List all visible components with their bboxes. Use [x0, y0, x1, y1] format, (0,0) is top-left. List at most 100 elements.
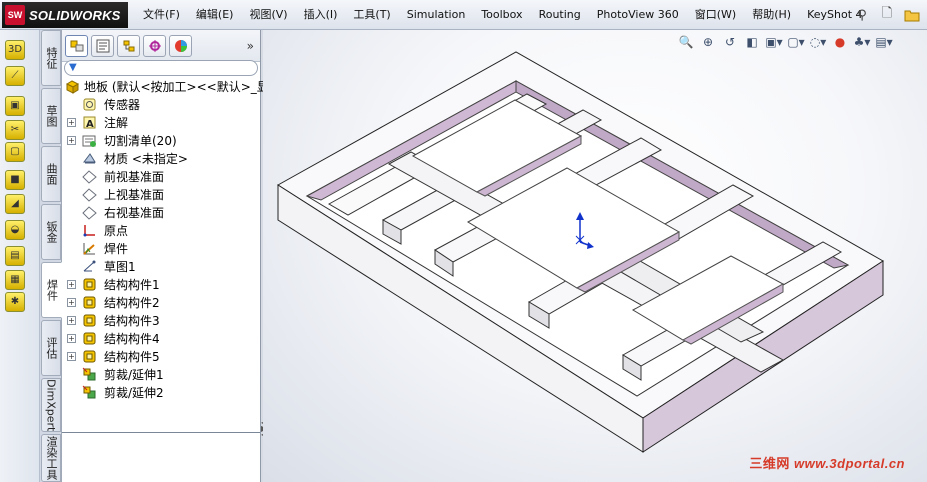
- vertical-tab-1[interactable]: 草图: [41, 88, 61, 144]
- menu-right-tools: ⚲ 🗋: [851, 4, 923, 26]
- vertical-tab-4[interactable]: 焊件: [41, 262, 62, 318]
- menu-item-7[interactable]: Routing: [531, 0, 589, 30]
- expand-toggle-icon[interactable]: +: [67, 352, 76, 361]
- menu-item-0[interactable]: 文件(F): [135, 0, 188, 30]
- tree-item-label: 结构构件3: [104, 314, 160, 328]
- tree-item-label: 传感器: [104, 98, 141, 112]
- menu-item-5[interactable]: Simulation: [399, 0, 474, 30]
- vertical-tab-3[interactable]: 钣金: [41, 204, 61, 260]
- vertical-tab-label: 草图: [45, 105, 58, 127]
- watermark-url: www.3dportal.cn: [793, 456, 905, 471]
- material-icon: [82, 151, 97, 166]
- tree-item-label: 剪裁/延伸1: [104, 368, 164, 382]
- structural-member-icon: [82, 295, 97, 310]
- cut-list-folder-icon: [82, 133, 97, 148]
- vertical-tab-2[interactable]: 曲面: [41, 146, 61, 202]
- tree-item-label: 结构构件5: [104, 350, 160, 364]
- tree-item-label: 剪裁/延伸2: [104, 386, 164, 400]
- vertical-tab-label: DimXpert: [44, 378, 58, 432]
- display-manager-tab[interactable]: [169, 34, 192, 57]
- structural-member-icon: [82, 331, 97, 346]
- tree-item-label: 原点: [104, 224, 129, 238]
- expand-toggle-icon[interactable]: +: [67, 136, 76, 145]
- structural-member-icon: [82, 313, 97, 328]
- panel-expand-button[interactable]: »: [247, 39, 254, 53]
- sensor-icon: [82, 97, 97, 112]
- trim-extend-icon[interactable]: ✂: [5, 120, 25, 140]
- main-menu: 文件(F) 编辑(E) 视图(V) 插入(I) 工具(T) Simulation Toolb…: [135, 0, 871, 30]
- structural-member-icon: [82, 349, 97, 364]
- expand-toggle-icon[interactable]: +: [67, 316, 76, 325]
- tree-filter-field[interactable]: ▼: [64, 60, 258, 76]
- reference-geometry-icon[interactable]: ✱: [5, 292, 25, 312]
- menu-item-10[interactable]: 帮助(H): [744, 0, 799, 30]
- tree-item[interactable]: + 结构构件2: [62, 294, 260, 312]
- menu-item-1[interactable]: 编辑(E): [188, 0, 242, 30]
- expand-toggle-icon[interactable]: +: [67, 280, 76, 289]
- tree-item[interactable]: 传感器: [62, 96, 260, 114]
- tree-item[interactable]: 上视基准面: [62, 186, 260, 204]
- featuremanager-tab[interactable]: [65, 34, 88, 57]
- pin-icon[interactable]: ⚲: [851, 4, 873, 26]
- tree-item[interactable]: + 结构构件3: [62, 312, 260, 330]
- vertical-tab-label: 曲面: [45, 163, 58, 185]
- fillet-bead-icon[interactable]: ◒: [5, 220, 25, 240]
- sketch-icon[interactable]: ⟋: [5, 66, 25, 86]
- menu-item-2[interactable]: 视图(V): [241, 0, 295, 30]
- weldments-toolbar: 3D ⟋ ▣ ✂ ▢ ■ ◢ ◒ ▤ ▦ ✱: [0, 30, 40, 482]
- tree-item[interactable]: 前视基准面: [62, 168, 260, 186]
- vertical-tab-7[interactable]: 渲染工具: [41, 434, 61, 482]
- sketch-icon: [82, 259, 97, 274]
- menu-item-8[interactable]: PhotoView 360: [589, 0, 687, 30]
- tree-item[interactable]: + 结构构件1: [62, 276, 260, 294]
- gusset-icon[interactable]: ◢: [5, 194, 25, 214]
- menu-item-6[interactable]: Toolbox: [473, 0, 530, 30]
- 3d-sketch-icon[interactable]: 3D: [5, 40, 25, 60]
- expand-toggle-icon[interactable]: +: [67, 118, 76, 127]
- tree-item[interactable]: 剪裁/延伸2: [62, 384, 260, 402]
- menu-item-3[interactable]: 插入(I): [296, 0, 346, 30]
- open-folder-icon[interactable]: [901, 4, 923, 26]
- tree-item[interactable]: 原点: [62, 222, 260, 240]
- dimxpert-tab[interactable]: [143, 34, 166, 57]
- tree-item[interactable]: + 结构构件4: [62, 330, 260, 348]
- tree-item-label: 注解: [104, 116, 129, 130]
- vertical-tab-0[interactable]: 特征: [41, 30, 61, 86]
- weldment-cut-icon[interactable]: ▤: [5, 246, 25, 266]
- tree-item[interactable]: 草图1: [62, 258, 260, 276]
- expand-toggle-icon[interactable]: +: [67, 334, 76, 343]
- structural-member-icon[interactable]: ▣: [5, 96, 25, 116]
- structural-member-icon: [82, 277, 97, 292]
- panel-tab-strip: »: [62, 30, 260, 62]
- tree-item[interactable]: 右视基准面: [62, 204, 260, 222]
- tree-item[interactable]: + 结构构件5: [62, 348, 260, 366]
- floor-frame-model[interactable]: [263, 30, 927, 482]
- tree-item[interactable]: + A 注解: [62, 114, 260, 132]
- extruded-boss-icon[interactable]: ■: [5, 170, 25, 190]
- configurationmanager-tab[interactable]: [117, 34, 140, 57]
- cut-list-icon[interactable]: ▦: [5, 270, 25, 290]
- expand-toggle-icon[interactable]: +: [67, 298, 76, 307]
- new-document-icon[interactable]: 🗋: [876, 4, 898, 26]
- solidworks-logo[interactable]: SW SOLIDWORKS: [2, 2, 128, 28]
- vertical-tab-5[interactable]: 评估: [41, 320, 61, 376]
- plane-icon: [82, 187, 97, 202]
- vertical-tab-6[interactable]: DimXpert: [41, 378, 61, 432]
- plane-icon: [82, 205, 97, 220]
- command-manager-tabs: 特征草图曲面钣金 焊件 评估 DimXpert 渲染工具: [40, 30, 62, 482]
- tree-rollback-bar[interactable]: [62, 432, 260, 433]
- feature-manager-panel: » ▼ 地板 (默认<按加工><<默认>_显传感器 + A 注解 + 切割清单(20) 材质…: [62, 30, 269, 482]
- tree-item[interactable]: 材质 <未指定>: [62, 150, 260, 168]
- watermark: 三维网 www.3dportal.cn: [749, 453, 905, 472]
- propertymanager-tab[interactable]: [91, 34, 114, 57]
- menu-item-9[interactable]: 窗口(W): [687, 0, 744, 30]
- tree-root-part[interactable]: 地板 (默认<按加工><<默认>_显: [62, 78, 269, 96]
- tree-item-label: 前视基准面: [104, 170, 165, 184]
- graphics-area[interactable]: 🔍 ⊕ ↺ ◧ ▣▾ ▢▾ ◌▾ ● ♣▾ ▤▾ 三维网 www.3dporta…: [263, 30, 927, 482]
- tree-item[interactable]: 剪裁/延伸1: [62, 366, 260, 384]
- part-icon: [65, 79, 80, 94]
- menu-item-4[interactable]: 工具(T): [345, 0, 398, 30]
- end-cap-icon[interactable]: ▢: [5, 142, 25, 162]
- tree-item[interactable]: 焊件: [62, 240, 260, 258]
- tree-item[interactable]: + 切割清单(20): [62, 132, 260, 150]
